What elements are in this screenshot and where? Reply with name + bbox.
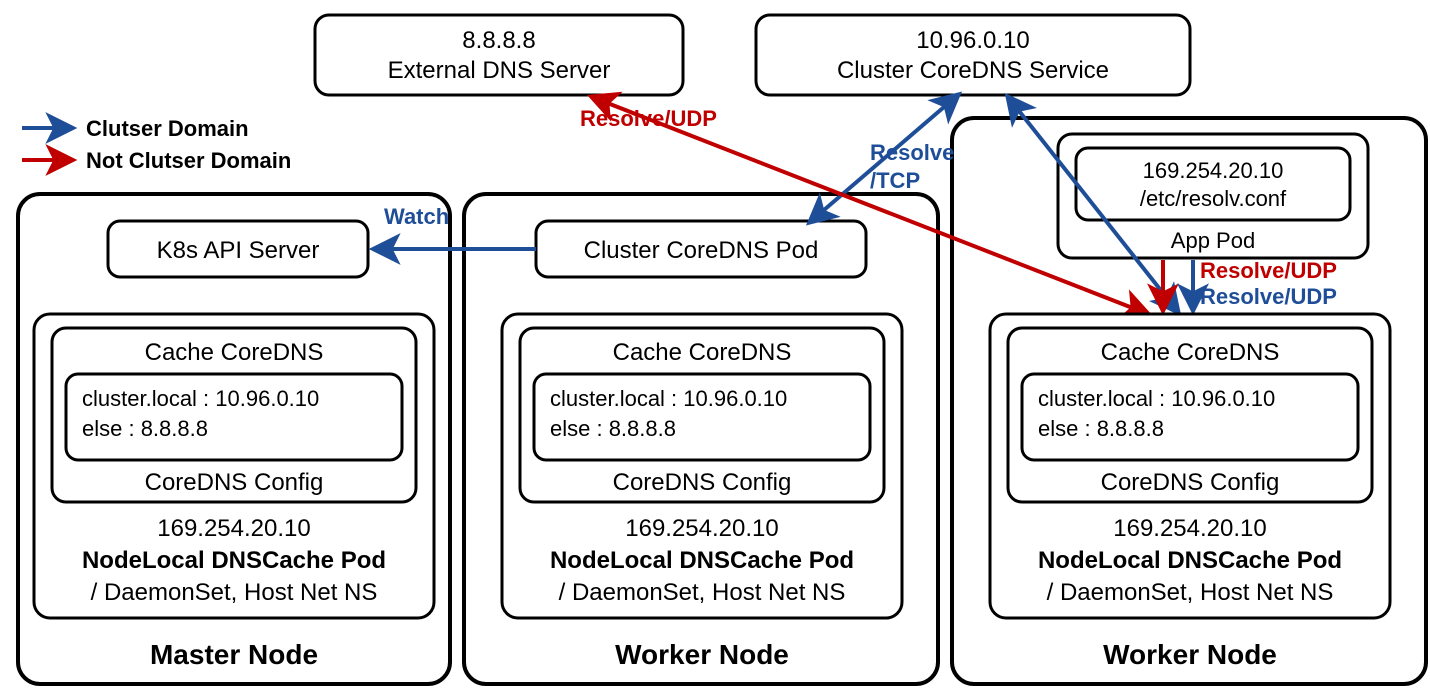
cache-rule2-1: else : 8.8.8.8 [82, 416, 208, 441]
cache-coredns-title-3: Cache CoreDNS [1101, 339, 1280, 366]
cluster-coredns-service-box: 10.96.0.10 Cluster CoreDNS Service [756, 15, 1190, 95]
cache-coredns-title-2: Cache CoreDNS [613, 339, 792, 366]
cache-ds-2: / DaemonSet, Host Net NS [559, 579, 846, 606]
cache-config-2: CoreDNS Config [613, 469, 792, 496]
cache-rule1-3: cluster.local : 10.96.0.10 [1038, 386, 1275, 411]
label-resolve-udp-red-long: Resolve/UDP [580, 106, 717, 131]
k8s-api-server-box: K8s API Server [108, 221, 368, 277]
cache-podname-3: NodeLocal DNSCache Pod [1038, 547, 1342, 574]
label-watch: Watch [384, 204, 449, 229]
cache-podname-1: NodeLocal DNSCache Pod [82, 547, 386, 574]
coredns-svc-name: Cluster CoreDNS Service [837, 57, 1109, 84]
cluster-coredns-pod-label: Cluster CoreDNS Pod [584, 237, 819, 264]
cache-ip-2: 169.254.20.10 [625, 515, 778, 542]
legend: Clutser Domain Not Clutser Domain [22, 116, 291, 173]
cluster-coredns-pod-box: Cluster CoreDNS Pod [536, 221, 866, 277]
external-dns-box: 8.8.8.8 External DNS Server [315, 15, 683, 95]
cache-rule2-3: else : 8.8.8.8 [1038, 416, 1164, 441]
legend-not-cluster-domain: Not Clutser Domain [86, 148, 291, 173]
external-dns-name: External DNS Server [388, 57, 611, 84]
cache-config-3: CoreDNS Config [1101, 469, 1280, 496]
label-resolve-tcp-2: /TCP [870, 168, 920, 193]
k8s-api-server-label: K8s API Server [157, 237, 320, 264]
cache-ds-3: / DaemonSet, Host Net NS [1047, 579, 1334, 606]
legend-cluster-domain: Clutser Domain [86, 116, 249, 141]
cache-rule1-2: cluster.local : 10.96.0.10 [550, 386, 787, 411]
dnscache-worker2: Cache CoreDNS cluster.local : 10.96.0.10… [990, 314, 1390, 618]
dnscache-master: Cache CoreDNS cluster.local : 10.96.0.10… [34, 314, 434, 618]
cache-ip-3: 169.254.20.10 [1113, 515, 1266, 542]
label-resolve-tcp-1: Resolve [870, 140, 954, 165]
cache-podname-2: NodeLocal DNSCache Pod [550, 547, 854, 574]
app-pod-resolv-file: /etc/resolv.conf [1140, 186, 1287, 211]
cache-ds-1: / DaemonSet, Host Net NS [91, 579, 378, 606]
label-resolve-udp-blue-short: Resolve/UDP [1200, 284, 1337, 309]
coredns-svc-ip: 10.96.0.10 [916, 27, 1029, 54]
app-pod-resolv-ip: 169.254.20.10 [1143, 158, 1284, 183]
cache-rule2-2: else : 8.8.8.8 [550, 416, 676, 441]
label-resolve-udp-red-short: Resolve/UDP [1200, 258, 1337, 283]
cache-coredns-title-1: Cache CoreDNS [145, 339, 324, 366]
cache-config-1: CoreDNS Config [145, 469, 324, 496]
worker-node-2-label: Worker Node [1103, 639, 1277, 670]
worker-node-1-label: Worker Node [615, 639, 789, 670]
cache-rule1-1: cluster.local : 10.96.0.10 [82, 386, 319, 411]
external-dns-ip: 8.8.8.8 [462, 27, 535, 54]
master-node-label: Master Node [150, 639, 318, 670]
app-pod-label: App Pod [1171, 228, 1255, 253]
dnscache-worker1: Cache CoreDNS cluster.local : 10.96.0.10… [502, 314, 902, 618]
cache-ip-1: 169.254.20.10 [157, 515, 310, 542]
app-pod-box: 169.254.20.10 /etc/resolv.conf App Pod [1058, 134, 1368, 258]
